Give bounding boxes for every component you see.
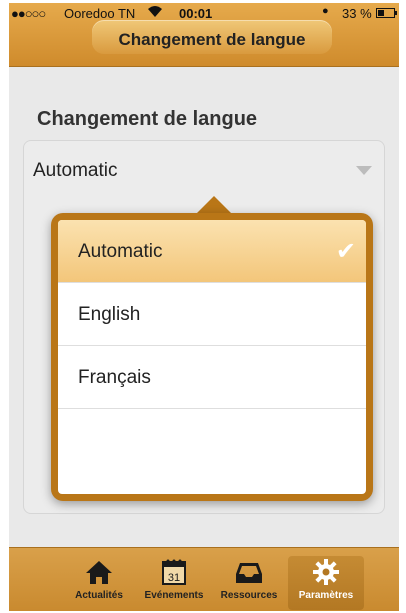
tab-actualites[interactable]: Actualités: [61, 556, 137, 610]
clock: 00:01: [179, 6, 213, 21]
calendar-icon: 31: [136, 556, 212, 588]
tab-evenements[interactable]: 31 Evénements: [136, 556, 212, 610]
option-automatic[interactable]: Automatic ✔: [58, 220, 366, 283]
option-label: English: [78, 304, 141, 325]
tab-label: Actualités: [75, 590, 123, 601]
tab-label: Ressources: [220, 590, 278, 601]
tab-label: Evénements: [144, 590, 204, 601]
section-title: Changement de langue: [37, 108, 258, 130]
tab-bar: Actualités 31 Evénements Ressources Para…: [9, 547, 399, 611]
calendar-day: 31: [168, 572, 180, 584]
wifi-icon: [147, 4, 163, 21]
chevron-down-icon: [356, 166, 372, 175]
page-title: Changement de langue: [92, 20, 332, 54]
option-empty: [58, 409, 366, 472]
language-select-value: Automatic: [33, 160, 118, 181]
language-popover: Automatic ✔ English Français: [51, 213, 373, 501]
tab-parametres[interactable]: Paramètres: [288, 556, 364, 610]
header-bar: ●●○○○ Ooredoo TN 00:01 ● 33 % Changement…: [9, 3, 399, 67]
tab-label: Paramètres: [298, 590, 354, 601]
option-english[interactable]: English: [58, 283, 366, 346]
option-label: Français: [78, 367, 151, 388]
battery-icon: [376, 8, 397, 18]
home-icon: [61, 556, 137, 588]
option-francais[interactable]: Français: [58, 346, 366, 409]
inbox-icon: [211, 556, 287, 588]
tab-ressources[interactable]: Ressources: [211, 556, 287, 610]
gear-icon: [288, 556, 364, 588]
signal-strength: ●●○○○: [11, 6, 46, 21]
language-options-list: Automatic ✔ English Français: [58, 220, 366, 494]
option-label: Automatic: [78, 241, 163, 262]
popover-arrow: [196, 196, 232, 214]
alarm-icon: ●: [322, 5, 329, 17]
carrier-name: Ooredoo TN: [64, 6, 136, 21]
checkmark-icon: ✔: [335, 238, 356, 265]
app-screen: ●●○○○ Ooredoo TN 00:01 ● 33 % Changement…: [9, 3, 399, 611]
language-select[interactable]: Automatic: [24, 141, 384, 201]
battery-percent: 33 %: [342, 6, 372, 21]
